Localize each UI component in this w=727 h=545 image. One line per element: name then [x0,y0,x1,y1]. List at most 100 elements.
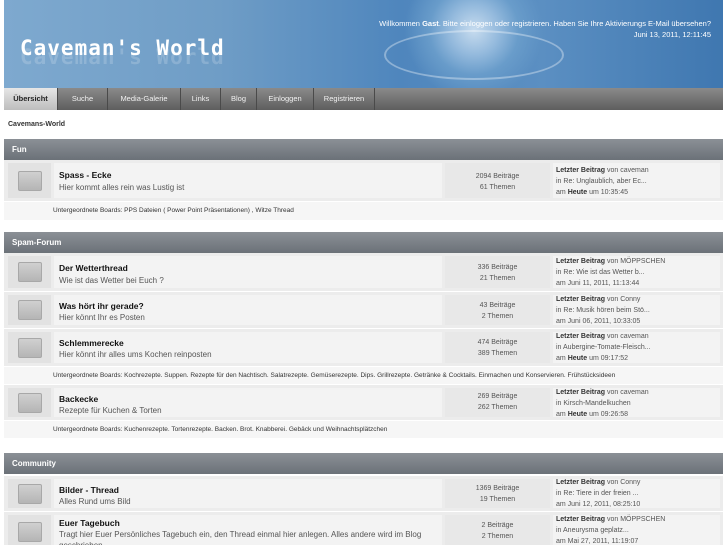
last-post-time: um 09:26:58 [589,411,629,418]
last-post-topic[interactable]: in Re: Unglaublich, aber Ec... [556,178,647,185]
board-row: Euer Tagebuch Tragt hier Euer Persönlich… [4,512,723,545]
child-boards[interactable]: Untergeordnete Boards: Kochrezepte. Supp… [4,367,723,384]
topic-count: 262 Themen [477,404,518,411]
last-post-date: am [556,189,566,196]
board-title[interactable]: Bilder - Thread [59,485,119,495]
board-icon [18,521,42,542]
last-post-time: um 10:35:45 [589,189,629,196]
child-boards[interactable]: Untergeordnete Boards: Kuchenrezepte. To… [4,421,723,438]
last-post-topic[interactable]: in Re: Musik hören beim Stö... [556,307,650,314]
board-description: Tragt hier Euer Persönliches Tagebuch ei… [59,530,422,545]
last-post-date: am Juni 06, 2011, 10:33:05 [556,318,641,325]
category-header[interactable]: Spam-Forum [4,232,723,253]
last-post-topic[interactable]: in Aneurysma geplatz... [556,527,629,534]
last-post-label[interactable]: Letzter Beitrag [556,167,605,174]
board-description: Rezepte für Kuchen & Torten [59,406,162,415]
last-post-date: am Juni 12, 2011, 08:25:10 [556,501,641,508]
board-row: Spass - Ecke Hier kommt alles rein was L… [4,160,723,202]
last-post-label[interactable]: Letzter Beitrag [556,516,605,523]
board-title[interactable]: Backecke [59,394,98,404]
last-post-date: am [556,411,566,418]
last-post-author[interactable]: von MÖPPSCHEN [607,258,665,265]
last-post-topic[interactable]: in Aubergine-Tomate-Fleisch... [556,344,651,351]
last-post-topic[interactable]: in Re: Wie ist das Wetter b... [556,269,645,276]
board-description: Hier könnt Ihr es Posten [59,313,145,322]
tab-login[interactable]: Einloggen [257,88,314,110]
last-post-author[interactable]: von caveman [607,333,649,340]
tab-links[interactable]: Links [181,88,221,110]
board-description: Wie ist das Wetter bei Euch ? [59,276,164,285]
board-row: Bilder - Thread Alles Rund ums Bild 1369… [4,476,723,512]
last-post-label[interactable]: Letzter Beitrag [556,389,605,396]
board-icon [18,337,42,358]
post-count: 474 Beiträge [477,339,518,346]
board-title[interactable]: Spass - Ecke [59,170,111,180]
board-description: Hier kommt alles rein was Lustig ist [59,183,185,192]
last-post-date: am Mai 27, 2011, 11:19:07 [556,538,639,545]
last-post-label[interactable]: Letzter Beitrag [556,258,605,265]
site-logo[interactable]: Caveman's World [20,36,225,60]
board-title[interactable]: Euer Tagebuch [59,518,120,528]
tab-search[interactable]: Suche [58,88,108,110]
board-icon [18,483,42,504]
board-row: Der Wetterthread Wie ist das Wetter bei … [4,253,723,292]
last-post-time: um 09:17:52 [589,355,629,362]
last-post: Letzter Beitrag von MÖPPSCHEN in Aneurys… [553,515,720,545]
main-nav: Übersicht Suche Media-Galerie Links Blog… [4,88,723,110]
tab-media-gallery[interactable]: Media-Galerie [108,88,181,110]
last-post-date: am [556,355,566,362]
last-post-label[interactable]: Letzter Beitrag [556,296,605,303]
post-count: 336 Beiträge [477,264,518,271]
post-count: 2094 Beiträge [475,173,520,180]
category-header[interactable]: Community [4,453,723,474]
post-count: 1369 Beiträge [475,485,520,492]
last-post: Letzter Beitrag von caveman in Re: Ungla… [553,163,720,198]
topic-count: 61 Themen [479,184,516,191]
board-title[interactable]: Was hört ihr gerade? [59,301,144,311]
board-row: Backecke Rezepte für Kuchen & Torten 269… [4,385,723,421]
current-datetime: Juni 13, 2011, 12:11:45 [633,30,711,39]
child-boards[interactable]: Untergeordnete Boards: PPS Dateien ( Pow… [4,202,723,220]
breadcrumb[interactable]: Cavemans-World [8,121,65,128]
last-post-today: Heute [567,411,588,418]
tab-blog[interactable]: Blog [221,88,257,110]
topic-count: 389 Themen [477,350,518,357]
last-post: Letzter Beitrag von caveman in Aubergine… [553,332,720,363]
last-post: Letzter Beitrag von Conny in Re: Tiere i… [553,479,720,508]
board-icon [18,300,42,320]
post-count: 2 Beiträge [481,522,514,529]
board-title[interactable]: Der Wetterthread [59,263,128,273]
board-icon [18,170,42,191]
last-post-author[interactable]: von Conny [607,479,640,486]
welcome-box: Willkommen Gast. Bitte einloggen oder re… [379,18,711,40]
board-description: Hier könnt ihr alles ums Kochen reinpost… [59,350,212,359]
last-post-date: am Juni 11, 2011, 11:13:44 [556,280,640,287]
last-post-author[interactable]: von caveman [607,167,649,174]
welcome-text[interactable]: . Bitte einloggen oder registrieren. Hab… [439,19,711,28]
tab-overview[interactable]: Übersicht [4,88,58,110]
topic-count: 2 Themen [481,533,514,540]
last-post-author[interactable]: von Conny [607,296,640,303]
last-post-author[interactable]: von caveman [607,389,649,396]
last-post: Letzter Beitrag von caveman in Kirsch-Ma… [553,388,720,418]
last-post-label[interactable]: Letzter Beitrag [556,333,605,340]
last-post-topic[interactable]: in Re: Tiere in der freien ... [556,490,638,497]
last-post-label[interactable]: Letzter Beitrag [556,479,605,486]
last-post: Letzter Beitrag von MÖPPSCHEN in Re: Wie… [553,256,720,288]
board-icon [18,262,42,282]
topic-count: 2 Themen [481,313,514,320]
board-row: Schlemmerecke Hier könnt ihr alles ums K… [4,329,723,367]
tab-register[interactable]: Registrieren [314,88,375,110]
last-post-today: Heute [567,355,588,362]
last-post-topic[interactable]: in Kirsch-Mandelkuchen [556,400,631,407]
board-icon [18,392,42,413]
topic-count: 19 Themen [479,496,516,503]
last-post-author[interactable]: von MÖPPSCHEN [607,516,665,523]
site-header: Caveman's World Willkommen Gast. Bitte e… [4,0,723,88]
category-header[interactable]: Fun [4,139,723,160]
post-count: 269 Beiträge [477,393,518,400]
board-description: Alles Rund ums Bild [59,497,131,506]
board-title[interactable]: Schlemmerecke [59,338,124,348]
post-count: 43 Beiträge [479,302,516,309]
board-row: Was hört ihr gerade? Hier könnt Ihr es P… [4,292,723,329]
